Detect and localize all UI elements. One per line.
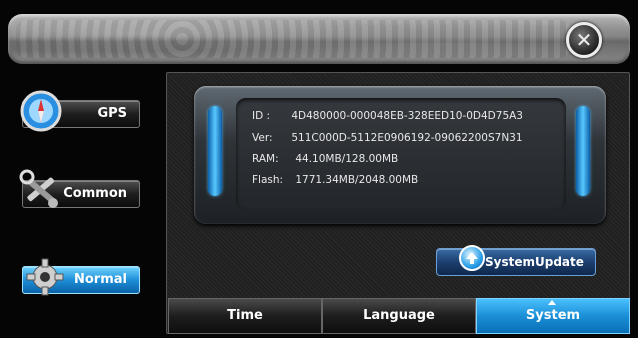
info-ver-row: Ver: 511C000D-5112E0906192-09062200S7N31 bbox=[252, 132, 523, 144]
info-id-row: ID : 4D480000-000048EB-328EED10-0D4D75A3 bbox=[252, 110, 523, 122]
info-flash-row: Flash: 1771.34MB/2048.00MB bbox=[252, 174, 418, 186]
close-icon: ✕ bbox=[575, 28, 593, 52]
sidebar-item-common[interactable]: Common bbox=[19, 169, 140, 208]
upload-arrow-icon bbox=[459, 245, 485, 271]
sidebar-item-normal[interactable]: Normal bbox=[22, 258, 140, 296]
title-bar bbox=[8, 14, 630, 64]
gear-icon bbox=[26, 258, 64, 296]
close-button[interactable]: ✕ bbox=[566, 22, 602, 58]
system-update-label: SystemUpdate bbox=[485, 255, 584, 269]
flash-label: Flash: bbox=[252, 174, 284, 186]
system-update-button[interactable]: SystemUpdate bbox=[436, 245, 596, 276]
id-value: 4D480000-000048EB-328EED10-0D4D75A3 bbox=[291, 110, 523, 122]
sidebar-item-label: Common bbox=[63, 186, 127, 201]
compass-icon bbox=[20, 90, 62, 132]
ram-value: 44.10MB/128.00MB bbox=[295, 153, 399, 165]
tab-language[interactable]: Language bbox=[322, 298, 476, 334]
flash-value: 1771.34MB/2048.00MB bbox=[295, 174, 419, 186]
tab-time[interactable]: Time bbox=[168, 298, 322, 334]
id-label: ID : bbox=[252, 110, 271, 122]
sidebar-item-gps[interactable]: GPS bbox=[20, 90, 140, 132]
ram-label: RAM: bbox=[252, 153, 279, 165]
scroll-left-handle[interactable] bbox=[208, 106, 222, 196]
info-ram-row: RAM: 44.10MB/128.00MB bbox=[252, 153, 398, 165]
tools-icon bbox=[19, 169, 58, 208]
scroll-right-handle[interactable] bbox=[576, 106, 590, 196]
ver-label: Ver: bbox=[252, 132, 273, 144]
active-tab-indicator-icon bbox=[548, 300, 556, 305]
sidebar-item-label: Normal bbox=[74, 272, 127, 287]
sidebar-item-label: GPS bbox=[97, 106, 127, 121]
ver-value: 511C000D-5112E0906192-09062200S7N31 bbox=[291, 132, 523, 144]
